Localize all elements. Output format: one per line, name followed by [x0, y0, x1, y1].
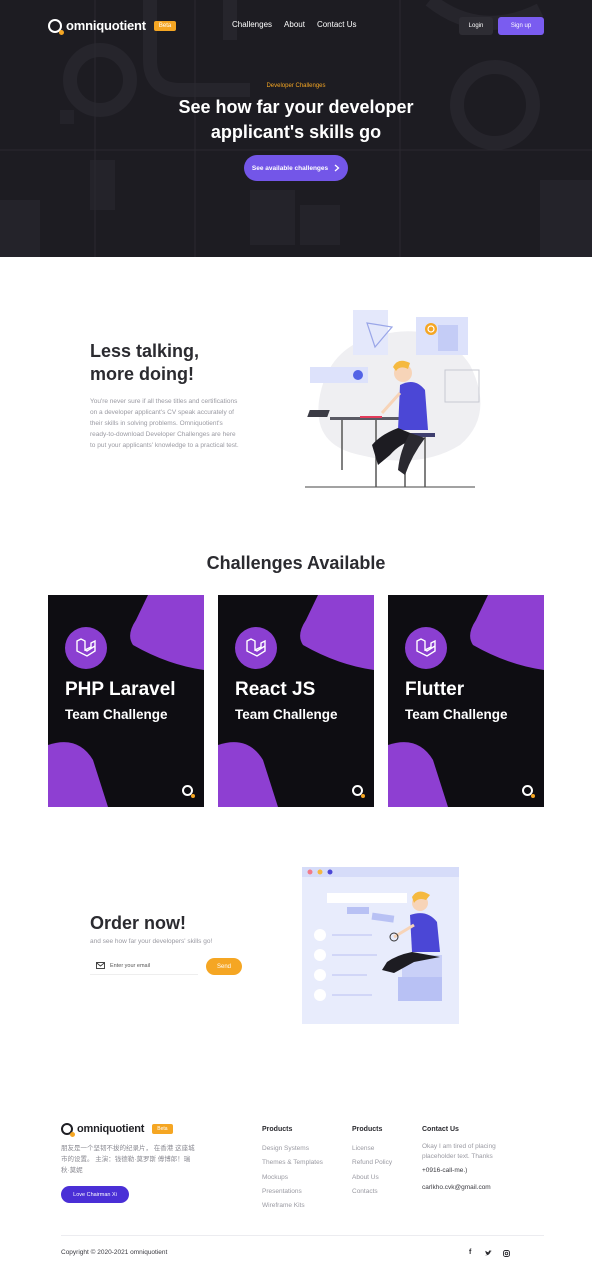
footer-col-heading: Contact Us: [422, 1126, 459, 1133]
challenge-card-php-laravel[interactable]: PHP Laravel Team Challenge: [48, 595, 204, 807]
card-title: React JS: [235, 679, 316, 700]
footer-col-heading: Products: [352, 1126, 383, 1133]
laravel-icon: [405, 627, 447, 669]
intro-title-line1: Less talking,: [90, 341, 200, 361]
footer-phone[interactable]: +0916-call-me.): [422, 1166, 522, 1175]
footer-col-products-2: Products License Refund Policy About Us …: [352, 1126, 392, 1199]
hero-title: See how far your developer applicant's s…: [178, 97, 414, 142]
email-field[interactable]: [90, 957, 198, 975]
intro-title-line2: more doing!: [90, 364, 194, 384]
footer-col-products: Products Design Systems Themes & Templat…: [262, 1126, 323, 1213]
nav-link-about[interactable]: About: [284, 20, 305, 29]
see-challenges-label: See available challenges: [251, 164, 329, 172]
chevron-right-icon: [334, 164, 340, 172]
logo-q-icon: [352, 785, 365, 798]
see-challenges-button[interactable]: See available challenges: [244, 155, 348, 181]
footer-description: 朋友是一个坚韧不拔的纪录片， 在香港 这座城市的设置。 主演：钱德勒·莫罗斯 傅…: [61, 1145, 195, 1174]
page: omniquotient Beta Challenges About Conta…: [0, 0, 592, 1280]
twitter-icon[interactable]: [485, 1250, 492, 1256]
login-button[interactable]: Login: [459, 17, 493, 35]
footer-brand-name: omniquotient: [77, 1123, 145, 1135]
footer-link[interactable]: Themes & Templates: [262, 1156, 323, 1170]
card-subtitle: Team Challenge: [65, 707, 168, 722]
main-nav: Challenges About Contact Us: [232, 20, 357, 29]
nav-link-challenges[interactable]: Challenges: [232, 20, 272, 29]
logo-q-icon: [522, 785, 535, 798]
card-title: Flutter: [405, 679, 465, 700]
instagram-icon[interactable]: [503, 1250, 510, 1257]
logo-q-icon: [48, 18, 64, 35]
order-subtitle: and see how far your developers' skills …: [90, 938, 213, 945]
footer-link[interactable]: About Us: [352, 1171, 392, 1185]
hero-section: omniquotient Beta Challenges About Conta…: [0, 0, 592, 257]
laravel-icon: [65, 627, 107, 669]
challenge-card-flutter[interactable]: Flutter Team Challenge: [388, 595, 544, 807]
signup-button[interactable]: Sign up: [498, 17, 544, 35]
card-subtitle: Team Challenge: [235, 707, 338, 722]
footer-col-contact: Contact Us Okay I am tired of placing pl…: [422, 1126, 522, 1192]
footer-divider: [61, 1235, 544, 1236]
card-decor: [218, 595, 374, 807]
logo-q-icon: [61, 1123, 75, 1137]
footer-cta-button[interactable]: Love Chairman Xi: [61, 1186, 129, 1203]
footer-link[interactable]: Design Systems: [262, 1142, 323, 1156]
laravel-icon: [235, 627, 277, 669]
footer-link[interactable]: Refund Policy: [352, 1156, 392, 1170]
intro-title: Less talking, more doing!: [90, 340, 199, 386]
beta-badge: Beta: [153, 20, 177, 31]
footer-beta-badge: Beta: [152, 1124, 173, 1134]
hero-kicker: Developer Challenges: [266, 83, 326, 89]
brand-logo[interactable]: omniquotient Beta: [48, 18, 177, 35]
developer-desk-illustration: [305, 310, 481, 488]
copyright: Copyright © 2020-2021 omniquotient: [61, 1249, 168, 1256]
facebook-icon[interactable]: f: [469, 1249, 471, 1256]
card-subtitle: Team Challenge: [405, 707, 508, 722]
footer-link[interactable]: Mockups: [262, 1171, 323, 1185]
nav-link-contact[interactable]: Contact Us: [317, 20, 357, 29]
challenges-heading: Challenges Available: [206, 553, 386, 573]
order-title: Order now!: [90, 913, 187, 933]
challenge-card-react-js[interactable]: React JS Team Challenge: [218, 595, 374, 807]
email-input[interactable]: [110, 962, 190, 969]
footer-col-heading: Products: [262, 1126, 293, 1133]
brand-name: omniquotient: [66, 18, 146, 33]
intro-body: You're never sure if all these titles an…: [90, 398, 239, 449]
logo-q-icon: [182, 785, 195, 798]
footer-link[interactable]: Wireframe Kits: [262, 1199, 323, 1213]
card-decor: [48, 595, 204, 807]
footer-contact-text: Okay I am tired of placing placeholder t…: [422, 1143, 496, 1160]
order-illustration: [302, 867, 459, 1024]
mail-icon: [96, 962, 105, 969]
card-decor: [388, 595, 544, 807]
card-title: PHP Laravel: [65, 679, 176, 700]
send-button[interactable]: Send: [206, 958, 242, 975]
footer-link[interactable]: License: [352, 1142, 392, 1156]
footer-email[interactable]: carlkho.cvk@gmail.com: [422, 1183, 522, 1192]
footer-link[interactable]: Contacts: [352, 1185, 392, 1199]
footer-link[interactable]: Presentations: [262, 1185, 323, 1199]
footer-brand-logo[interactable]: omniquotient Beta: [61, 1123, 173, 1137]
